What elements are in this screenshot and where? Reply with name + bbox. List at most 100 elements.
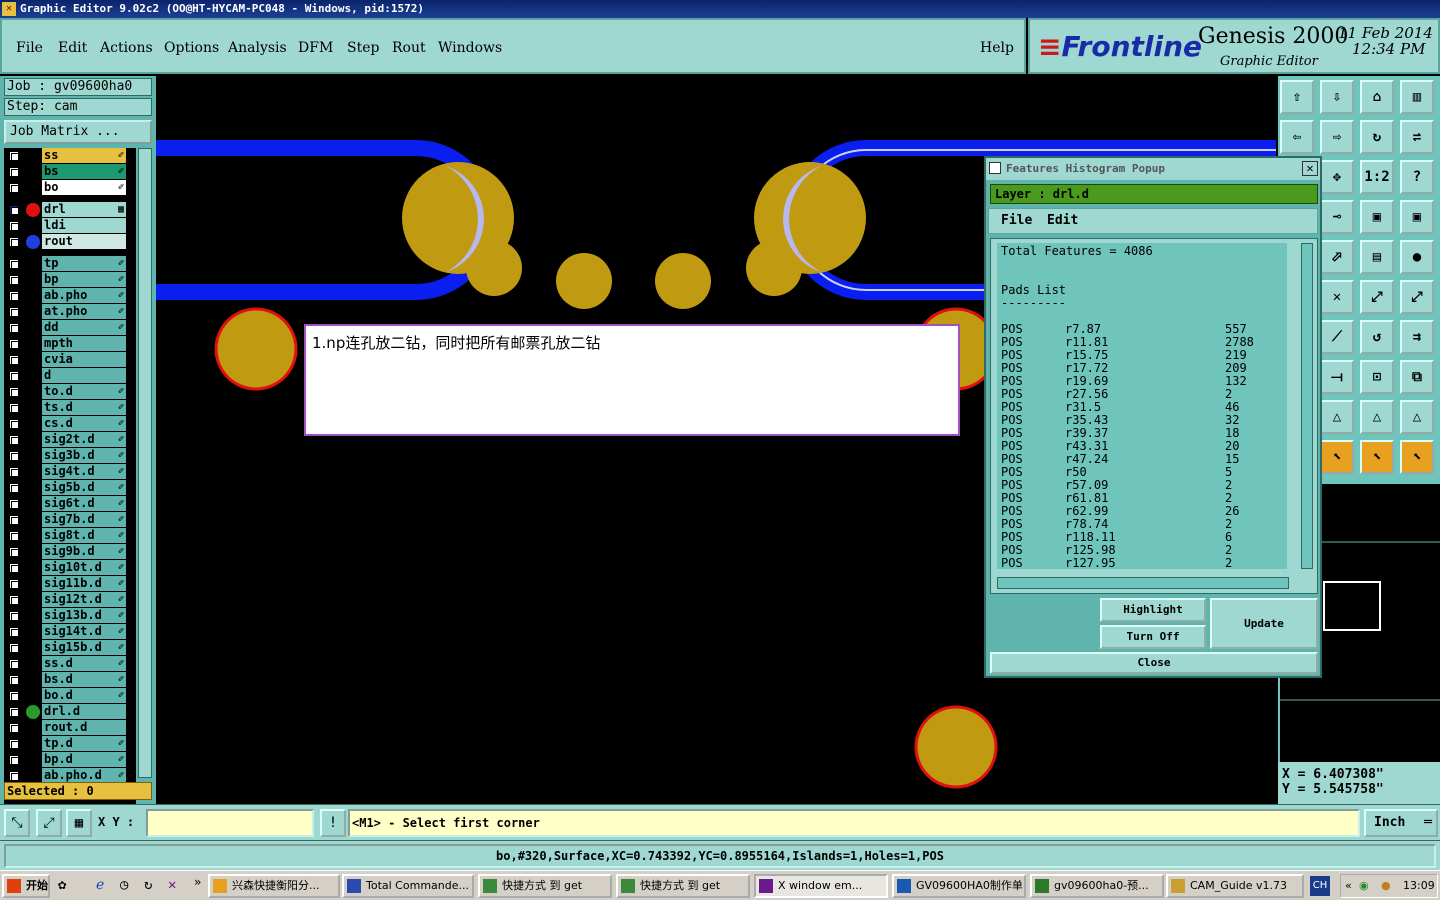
layer-name[interactable]: d	[42, 368, 126, 383]
tray-expand-icon[interactable]: «	[1345, 875, 1352, 897]
layer-name[interactable]: drl ▦	[42, 202, 126, 217]
zoom-area-icon[interactable]: ⤢	[36, 809, 62, 837]
layer-row[interactable]: bo.d ✐	[4, 688, 136, 704]
clock-app-icon[interactable]: ◷	[120, 877, 128, 893]
layer-affected-dot[interactable]	[26, 235, 40, 249]
histogram-row[interactable]: POS r50 5	[1001, 466, 1283, 479]
layer-checkbox[interactable]	[8, 306, 20, 318]
x-app-icon[interactable]: ✕	[168, 877, 176, 893]
popup-menu-file[interactable]: File	[1001, 209, 1032, 233]
menu-edit[interactable]: Edit	[58, 40, 87, 56]
layer-name[interactable]: ldi	[42, 218, 126, 233]
layer-name[interactable]: tp.d ✐	[42, 736, 126, 751]
layer-checkbox[interactable]	[8, 642, 20, 654]
layer-checkbox[interactable]	[8, 450, 20, 462]
layer-row[interactable]: sig3b.d ✐	[4, 448, 136, 464]
refresh-icon[interactable]: ↻	[144, 877, 152, 893]
layer-row[interactable]: cvia	[4, 352, 136, 368]
layer-checkbox[interactable]	[8, 370, 20, 382]
layer-name[interactable]: sig9b.d ✐	[42, 544, 126, 559]
menu-actions[interactable]: Actions	[100, 40, 153, 56]
arc-icon[interactable]: ↺	[1360, 320, 1394, 354]
layer-checkbox[interactable]	[8, 220, 20, 232]
layer-checkbox[interactable]	[8, 514, 20, 526]
layer-name[interactable]: drl.d	[42, 704, 126, 719]
undo-icon[interactable]: ⇦	[1280, 120, 1314, 154]
histogram-row[interactable]: POS r127.95 2	[1001, 557, 1283, 570]
layer-row[interactable]: tp.d ✐	[4, 736, 136, 752]
layer-row[interactable]: ts.d ✐	[4, 400, 136, 416]
layer-row[interactable]: drl.d	[4, 704, 136, 720]
histogram-row[interactable]: POS r47.24 15	[1001, 453, 1283, 466]
layer-name[interactable]: sig4t.d ✐	[42, 464, 126, 479]
layer-row[interactable]: bp ✐	[4, 272, 136, 288]
job-matrix-button[interactable]: Job Matrix ...	[4, 120, 152, 144]
triangle-c-icon[interactable]: △	[1400, 400, 1434, 434]
layer-checkbox[interactable]	[8, 482, 20, 494]
layer-checkbox[interactable]	[8, 498, 20, 510]
layer-checkbox[interactable]	[8, 182, 20, 194]
layer-affected-dot[interactable]	[26, 203, 40, 217]
layer-row[interactable]: bo ✐	[4, 180, 136, 196]
redo-icon[interactable]: ⇨	[1320, 120, 1354, 154]
task-item[interactable]: GV09600HA0制作单	[892, 874, 1026, 898]
language-indicator[interactable]: CH	[1310, 876, 1330, 896]
layer-row[interactable]: bs ✐	[4, 164, 136, 180]
layer-row[interactable]: rout.d	[4, 720, 136, 736]
layer-name[interactable]: bs.d ✐	[42, 672, 126, 687]
layer-row[interactable]: sig6t.d ✐	[4, 496, 136, 512]
layer-name[interactable]: sig14t.d ✐	[42, 624, 126, 639]
triangle-a-icon[interactable]: △	[1320, 400, 1354, 434]
snap-icon[interactable]: ⊸	[1320, 200, 1354, 234]
layer-name[interactable]: sig15b.d ✐	[42, 640, 126, 655]
layer-name[interactable]: sig8t.d ✐	[42, 528, 126, 543]
menu-options[interactable]: Options	[164, 40, 219, 56]
layer-name[interactable]: bp.d ✐	[42, 752, 126, 767]
layer-row[interactable]: dd ✐	[4, 320, 136, 336]
layer-row[interactable]: sig5b.d ✐	[4, 480, 136, 496]
home-icon[interactable]: ⌂	[1360, 80, 1394, 114]
layer-checkbox[interactable]	[8, 166, 20, 178]
layer-name[interactable]: ab.pho ✐	[42, 288, 126, 303]
snap-grid-icon[interactable]: ▦	[66, 809, 92, 837]
layer-affected-dot[interactable]	[26, 705, 40, 719]
layer-name[interactable]: sig12t.d ✐	[42, 592, 126, 607]
histogram-row[interactable]: POS r62.99 26	[1001, 505, 1283, 518]
layer-name[interactable]: sig13b.d ✐	[42, 608, 126, 623]
layer-checkbox[interactable]	[8, 706, 20, 718]
layer-row[interactable]: ss.d ✐	[4, 656, 136, 672]
layer-row[interactable]: sig10t.d ✐	[4, 560, 136, 576]
turn-off-button[interactable]: Turn Off	[1100, 625, 1206, 649]
delete-icon[interactable]: ✕	[1320, 280, 1354, 314]
unit-selector[interactable]: Inch ═	[1364, 809, 1438, 837]
draw-icon[interactable]: ⬀	[1320, 240, 1354, 274]
layer-name[interactable]: ab.pho.d ✐	[42, 768, 126, 783]
layer-checkbox[interactable]	[8, 578, 20, 590]
layer-name[interactable]: sig6t.d ✐	[42, 496, 126, 511]
histogram-row[interactable]: POS r27.56 2	[1001, 388, 1283, 401]
swap-icon[interactable]: ⇌	[1400, 120, 1434, 154]
select-a-icon[interactable]: ⬉	[1320, 440, 1354, 474]
layer-checkbox[interactable]	[8, 204, 20, 216]
layer-name[interactable]: sig11b.d ✐	[42, 576, 126, 591]
layer-name[interactable]: to.d ✐	[42, 384, 126, 399]
histogram-row[interactable]: POS r43.31 20	[1001, 440, 1283, 453]
taskbar-more-icon[interactable]: »	[194, 875, 201, 889]
xy-input[interactable]	[146, 809, 314, 837]
layer-checkbox[interactable]	[8, 466, 20, 478]
layer-name[interactable]: bo ✐	[42, 180, 126, 195]
histogram-row[interactable]: POS r78.74 2	[1001, 518, 1283, 531]
task-item[interactable]: Total Commande...	[342, 874, 474, 898]
layer-checkbox[interactable]	[8, 738, 20, 750]
layer-row[interactable]: sig4t.d ✐	[4, 464, 136, 480]
layer-name[interactable]: rout.d	[42, 720, 126, 735]
layer-checkbox[interactable]	[8, 594, 20, 606]
copy-icon[interactable]: ⧉	[1400, 360, 1434, 394]
layer-checkbox[interactable]	[8, 562, 20, 574]
task-item-active[interactable]: X window em...	[754, 874, 888, 898]
highlight-button[interactable]: Highlight	[1100, 598, 1206, 622]
layer-checkbox[interactable]	[8, 658, 20, 670]
popup-close-icon[interactable]: ✕	[1302, 161, 1318, 176]
layer-name[interactable]: rout	[42, 234, 126, 249]
layer-checkbox[interactable]	[8, 274, 20, 286]
